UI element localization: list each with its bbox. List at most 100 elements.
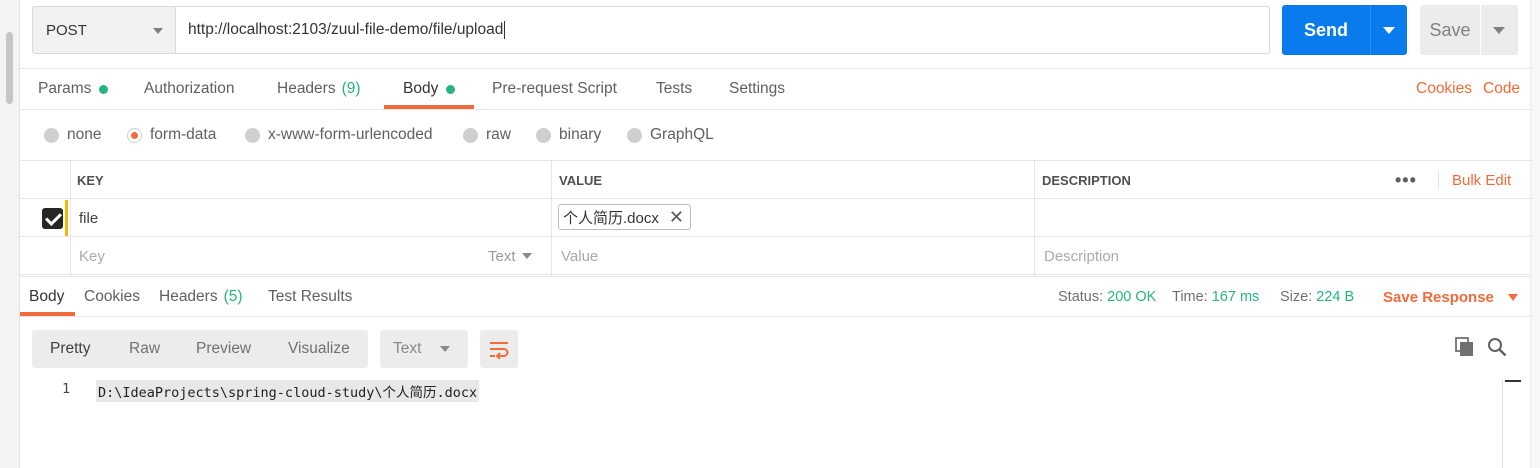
wrap-lines-button[interactable] bbox=[480, 330, 518, 368]
key-type-label: Text bbox=[488, 247, 516, 265]
size-label: Size: bbox=[1280, 289, 1313, 305]
line-number: 1 bbox=[62, 381, 71, 397]
response-tabs: Body Cookies Headers (5) Test Results Sta… bbox=[20, 278, 1530, 316]
radio-circle bbox=[245, 127, 260, 143]
time-label: Time: bbox=[1172, 289, 1208, 305]
send-button[interactable]: Send bbox=[1282, 5, 1370, 55]
response-headers-label: Headers bbox=[159, 288, 218, 305]
save-response-label: Save Response bbox=[1383, 288, 1494, 306]
bulk-edit-link[interactable]: Bulk Edit bbox=[1452, 161, 1511, 199]
view-preview[interactable]: Preview bbox=[196, 330, 251, 368]
chevron-down-icon bbox=[521, 253, 532, 259]
chevron-down-icon bbox=[1383, 27, 1395, 34]
left-scrollbar-thumb[interactable] bbox=[6, 32, 13, 104]
radio-raw[interactable]: raw bbox=[463, 117, 511, 153]
radio-circle bbox=[463, 127, 478, 143]
url-input[interactable]: http://localhost:2103/zuul-file-demo/fil… bbox=[176, 6, 1270, 54]
row-marker bbox=[65, 200, 68, 236]
response-tab-body[interactable]: Body bbox=[29, 278, 64, 316]
time-value: 167 ms bbox=[1211, 289, 1260, 305]
request-tabs: Params Authorization Headers (9) Body Pre… bbox=[20, 69, 1530, 109]
radio-form-data[interactable]: form-data bbox=[127, 117, 216, 153]
divider bbox=[20, 276, 1532, 277]
radio-circle bbox=[536, 127, 551, 143]
response-status: Status: 200 OK bbox=[1058, 278, 1156, 316]
radio-urlencoded-label: x-www-form-urlencoded bbox=[268, 126, 433, 143]
tab-headers[interactable]: Headers (9) bbox=[277, 69, 361, 109]
response-format-label: Text bbox=[393, 340, 422, 357]
tab-params[interactable]: Params bbox=[38, 69, 109, 109]
value-input[interactable]: Value bbox=[561, 237, 598, 275]
radio-circle bbox=[627, 127, 642, 143]
body-indicator-dot bbox=[446, 84, 456, 94]
wrap-lines-icon bbox=[490, 342, 509, 359]
radio-x-www-form-urlencoded[interactable]: x-www-form-urlencoded bbox=[245, 117, 433, 153]
url-text: http://localhost:2103/zuul-file-demo/fil… bbox=[188, 21, 504, 38]
view-raw[interactable]: Raw bbox=[129, 330, 160, 368]
tab-authorization[interactable]: Authorization bbox=[144, 69, 234, 109]
key-column-header: KEY bbox=[77, 172, 104, 188]
tab-body[interactable]: Body bbox=[403, 69, 456, 109]
description-cell[interactable] bbox=[1042, 199, 1532, 237]
save-button[interactable]: Save bbox=[1420, 5, 1480, 55]
view-visualize[interactable]: Visualize bbox=[288, 330, 350, 368]
radio-graphql-label: GraphQL bbox=[650, 126, 714, 143]
form-data-table: KEY VALUE DESCRIPTION ••• Bulk Edit file… bbox=[20, 160, 1532, 277]
tab-params-label: Params bbox=[38, 80, 92, 97]
chevron-down-icon bbox=[153, 28, 163, 34]
code-link[interactable]: Code bbox=[1483, 69, 1520, 109]
status-value: 200 OK bbox=[1107, 289, 1157, 305]
response-format-select[interactable]: Text bbox=[380, 330, 468, 368]
row-enabled-checkbox[interactable] bbox=[42, 208, 63, 229]
save-options-button[interactable] bbox=[1481, 5, 1518, 55]
response-size: Size: 224 B bbox=[1280, 278, 1354, 316]
response-scrollbar[interactable] bbox=[1502, 380, 1521, 468]
headers-count: (9) bbox=[341, 80, 361, 97]
tab-headers-label: Headers bbox=[277, 80, 336, 97]
cookies-link[interactable]: Cookies bbox=[1416, 69, 1472, 109]
description-input[interactable]: Description bbox=[1044, 237, 1119, 275]
description-column-header: DESCRIPTION bbox=[1042, 172, 1131, 188]
response-tab-test-results[interactable]: Test Results bbox=[268, 278, 352, 316]
left-panel-edge bbox=[0, 0, 20, 468]
view-pretty[interactable]: Pretty bbox=[50, 330, 90, 368]
radio-none-label: none bbox=[67, 126, 102, 143]
chevron-down-icon bbox=[1507, 293, 1518, 301]
key-cell[interactable]: file bbox=[79, 199, 98, 237]
radio-none[interactable]: none bbox=[44, 117, 101, 153]
send-options-button[interactable] bbox=[1370, 5, 1407, 55]
file-chip[interactable]: 个人简历.docx ✕ bbox=[558, 204, 691, 230]
divider bbox=[1438, 171, 1439, 189]
radio-form-data-label: form-data bbox=[150, 126, 217, 143]
search-icon[interactable] bbox=[1487, 337, 1507, 357]
table-header-row: KEY VALUE DESCRIPTION ••• Bulk Edit bbox=[20, 161, 1532, 199]
value-column-header: VALUE bbox=[559, 172, 603, 188]
response-body-line[interactable]: D:\IdeaProjects\spring-cloud-study\个人简历.… bbox=[96, 380, 480, 402]
response-tab-headers[interactable]: Headers (5) bbox=[159, 278, 243, 316]
save-response-button[interactable]: Save Response bbox=[1383, 278, 1518, 316]
tab-pre-request-script[interactable]: Pre-request Script bbox=[492, 69, 617, 109]
radio-binary[interactable]: binary bbox=[536, 117, 601, 153]
method-label: POST bbox=[46, 21, 87, 39]
remove-file-icon[interactable]: ✕ bbox=[669, 207, 684, 228]
tab-settings[interactable]: Settings bbox=[729, 69, 785, 109]
body-type-options: none form-data x-www-form-urlencoded raw… bbox=[20, 117, 920, 153]
chevron-down-icon bbox=[1493, 27, 1505, 34]
radio-raw-label: raw bbox=[486, 126, 511, 143]
radio-graphql[interactable]: GraphQL bbox=[627, 117, 714, 153]
table-row: file 个人简历.docx ✕ bbox=[20, 199, 1532, 237]
tab-body-label: Body bbox=[403, 80, 439, 97]
text-cursor bbox=[504, 21, 506, 39]
tab-tests[interactable]: Tests bbox=[656, 69, 692, 109]
response-view-switcher: Pretty Raw Preview Visualize bbox=[32, 330, 368, 368]
size-value: 224 B bbox=[1316, 289, 1355, 305]
response-time: Time: 167 ms bbox=[1172, 278, 1259, 316]
more-options-icon[interactable]: ••• bbox=[1395, 161, 1417, 199]
key-input[interactable]: Key bbox=[79, 237, 105, 275]
method-select[interactable]: POST bbox=[32, 6, 176, 54]
table-row-new: Key Text Value Description bbox=[20, 237, 1532, 275]
chevron-down-icon bbox=[440, 346, 450, 352]
response-tab-cookies[interactable]: Cookies bbox=[84, 278, 140, 316]
key-type-select[interactable]: Text bbox=[488, 237, 532, 275]
copy-icon[interactable] bbox=[1455, 337, 1475, 357]
